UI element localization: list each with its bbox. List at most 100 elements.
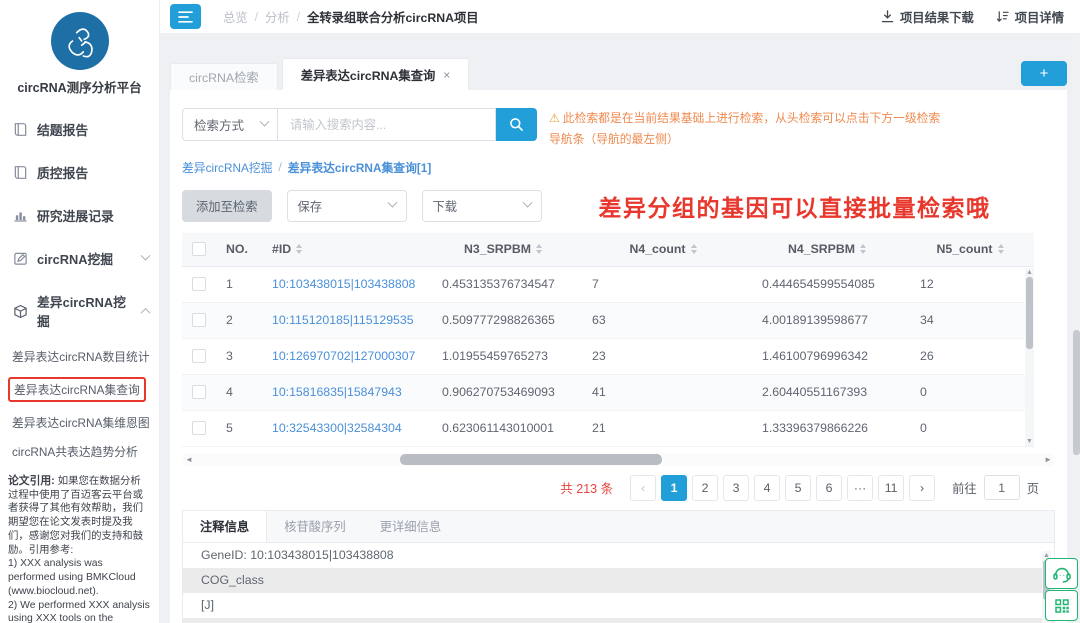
sidebar-item-diff-circrna-mining[interactable]: 差异circRNA挖掘 — [0, 280, 159, 342]
sidebar-subitem-venn[interactable]: 差异表达circRNA集维恩图 — [12, 408, 159, 437]
table-row[interactable]: 1 10:103438015|103438808 0.4531353767345… — [182, 267, 1034, 303]
row-checkbox[interactable] — [192, 385, 206, 399]
sort-caret-icon[interactable] — [998, 244, 1004, 254]
sidebar-item-qc-report[interactable]: 质控报告 — [0, 151, 159, 194]
circrna-squiggle-icon — [60, 21, 100, 61]
headset-icon — [1051, 564, 1073, 584]
row-checkbox[interactable] — [192, 421, 206, 435]
cell-id-link[interactable]: 10:115120185|115129535 — [272, 313, 414, 327]
detail-tab-annotation[interactable]: 注释信息 — [183, 511, 267, 542]
col-n5-count[interactable]: N5_count — [906, 242, 1034, 256]
row-checkbox[interactable] — [192, 313, 206, 327]
page-button-4[interactable]: 4 — [754, 475, 780, 501]
scrollbar-thumb[interactable] — [1026, 277, 1033, 349]
table-row[interactable]: 3 10:126970702|127000307 1.0195545976527… — [182, 339, 1034, 375]
add-to-search-button[interactable]: 添加至检索 — [182, 190, 272, 222]
col-id[interactable]: #ID — [268, 242, 428, 256]
sidebar-item-label: circRNA挖掘 — [37, 249, 113, 268]
sidebar-subitem-count-stats[interactable]: 差异表达circRNA数目统计 — [12, 342, 159, 371]
detail-tab-nucleotide[interactable]: 核苷酸序列 — [267, 511, 363, 542]
save-select[interactable]: 保存 — [287, 190, 407, 222]
tab-circrna-search[interactable]: circRNA检索 — [170, 63, 278, 90]
download-select[interactable]: 下载 — [422, 190, 542, 222]
table-row[interactable]: 2 10:115120185|115129535 0.5097772988263… — [182, 303, 1034, 339]
cell-id-link[interactable]: 10:103438015|103438808 — [272, 277, 415, 291]
page-scrollbar[interactable] — [1073, 35, 1080, 623]
cell-n4-count: 63 — [578, 313, 748, 327]
page-button-5[interactable]: 5 — [785, 475, 811, 501]
page-button-11[interactable]: 11 — [878, 475, 904, 501]
add-tab-button[interactable]: + — [1021, 61, 1067, 86]
next-page-button[interactable]: › — [909, 475, 935, 501]
sidebar-subitem-coexpression[interactable]: circRNA共表达趋势分析 — [12, 437, 159, 466]
sidebar-item-label: 差异circRNA挖掘 — [37, 292, 133, 330]
goto-page-input[interactable] — [984, 475, 1020, 500]
search-warning: ⚠此检索都是在当前结果基础上进行检索，从头检索可以点击下方一级检索导航条（导航的… — [549, 108, 947, 150]
cell-no: 3 — [216, 349, 268, 363]
page-button-1[interactable]: 1 — [661, 475, 687, 501]
table-row[interactable]: 4 10:15816835|15847943 0.906270753469093… — [182, 375, 1034, 411]
cell-n4-srpbm: 1.33396379866226 — [748, 421, 906, 435]
red-annotation-text: 差异分组的基因可以直接批量检索哦 — [599, 189, 991, 223]
search-button[interactable] — [496, 108, 537, 141]
cube-icon — [13, 304, 28, 319]
cell-id-link[interactable]: 10:32543300|32584304 — [272, 421, 402, 435]
page-ellipsis[interactable]: ··· — [847, 475, 873, 501]
row-checkbox[interactable] — [192, 349, 206, 363]
platform-logo — [51, 12, 109, 70]
crumb-set-query[interactable]: 差异表达circRNA集查询[1] — [288, 159, 432, 176]
qr-code-button[interactable] — [1045, 590, 1078, 621]
sidebar-item-final-report[interactable]: 结题报告 — [0, 108, 159, 151]
cell-id-link[interactable]: 10:126970702|127000307 — [272, 349, 415, 363]
table-vertical-scrollbar[interactable]: ▲ ▼ — [1025, 268, 1034, 446]
sort-caret-icon[interactable] — [536, 244, 542, 254]
search-inputbox — [278, 108, 496, 141]
sidebar-item-label: 结题报告 — [37, 120, 88, 139]
cell-n3-srpbm: 0.509777298826365 — [428, 313, 578, 327]
row-checkbox[interactable] — [192, 277, 206, 291]
col-n3-srpbm[interactable]: N3_SRPBM — [428, 242, 578, 256]
prev-page-button[interactable]: ‹ — [630, 475, 656, 501]
collapse-menu-button[interactable] — [170, 4, 201, 29]
search-mode-select[interactable]: 检索方式 — [182, 108, 278, 141]
search-input[interactable] — [288, 117, 485, 133]
table-row[interactable]: 5 10:32543300|32584304 0.623061143010001… — [182, 411, 1034, 447]
cell-n5-count: 26 — [906, 349, 1034, 363]
cell-n3-srpbm: 1.01955459765273 — [428, 349, 578, 363]
citation-note: 论文引用: 如果您在数据分析过程中使用了百迈客云平台或者获得了其他有效帮助，我们… — [0, 468, 159, 623]
col-n4-count[interactable]: N4_count — [578, 242, 748, 256]
cell-n3-srpbm: 0.623061143010001 — [428, 421, 578, 435]
detail-row-cog-class: COG_class — [183, 568, 1054, 593]
sidebar-item-circrna-mining[interactable]: circRNA挖掘 — [0, 237, 159, 280]
page-button-3[interactable]: 3 — [723, 475, 749, 501]
page-button-2[interactable]: 2 — [692, 475, 718, 501]
goto-page: 前往 页 — [952, 475, 1039, 500]
detail-panel: 注释信息 核苷酸序列 更详细信息 GeneID: 10:103438015|10… — [182, 510, 1055, 623]
scrollbar-thumb[interactable] — [1073, 330, 1080, 455]
hamburger-icon — [178, 11, 193, 23]
toolbar: 添加至检索 保存 下载 差异分组的基因可以直接批量检索哦 — [170, 176, 1067, 233]
select-all-checkbox[interactable] — [192, 242, 206, 256]
sort-caret-icon[interactable] — [691, 244, 697, 254]
project-details-button[interactable]: 项目详情 — [996, 8, 1064, 26]
table-horizontal-scrollbar[interactable]: ◄ ► — [182, 453, 1055, 466]
sort-caret-icon[interactable] — [296, 244, 302, 254]
sort-caret-icon[interactable] — [860, 244, 866, 254]
sidebar-subitem-set-query[interactable]: 差异表达circRNA集查询 — [12, 371, 159, 408]
page-button-6[interactable]: 6 — [816, 475, 842, 501]
customer-service-button[interactable] — [1045, 558, 1078, 589]
scrollbar-thumb[interactable] — [400, 454, 662, 465]
close-tab-icon[interactable]: × — [443, 68, 450, 82]
project-results-download-button[interactable]: 项目结果下载 — [881, 8, 974, 26]
detail-tab-more-info[interactable]: 更详细信息 — [363, 511, 459, 542]
breadcrumb-analysis[interactable]: 分析 — [265, 8, 290, 26]
breadcrumb-overview[interactable]: 总览 — [223, 8, 248, 26]
cell-no: 1 — [216, 277, 268, 291]
crumb-diff-mining[interactable]: 差异circRNA挖掘 — [182, 159, 272, 176]
topbar: 总览 / 分析 / 全转录组联合分析circRNA项目 项目结果下载 项目详情 — [160, 0, 1080, 34]
sidebar-item-research-progress[interactable]: 研究进展记录 — [0, 194, 159, 237]
cell-id-link[interactable]: 10:15816835|15847943 — [272, 385, 402, 399]
tab-diff-set-query[interactable]: 差异表达circRNA集查询 × — [282, 58, 470, 90]
col-n4-srpbm[interactable]: N4_SRPBM — [748, 242, 906, 256]
workspace-tabbar: circRNA检索 差异表达circRNA集查询 × + — [170, 58, 1067, 90]
